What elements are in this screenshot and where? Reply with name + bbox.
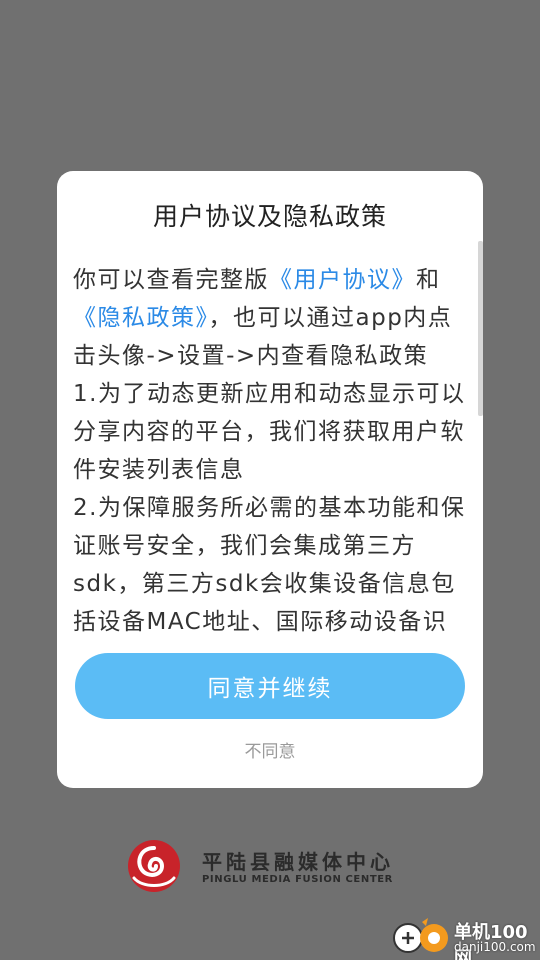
watermark-text-en: danji100.com [454,940,536,954]
screen: 用户协议及隐私政策 你可以查看完整版《用户协议》和《隐私政策》，也可以通过app… [0,0,540,960]
brand-name-en: PINGLU MEDIA FUSION CENTER [202,874,393,885]
privacy-dialog: 用户协议及隐私政策 你可以查看完整版《用户协议》和《隐私政策》，也可以通过app… [57,171,483,788]
agree-button[interactable]: 同意并继续 [75,653,465,719]
dialog-body[interactable]: 你可以查看完整版《用户协议》和《隐私政策》，也可以通过app内点击头像->设置-… [73,261,467,641]
brand-footer: 平陆县融媒体中心 PINGLU MEDIA FUSION CENTER [126,836,426,896]
privacy-policy-link[interactable]: 《隐私政策》 [73,305,209,331]
policy-item-1: 1.为了动态更新应用和动态显示可以分享内容的平台，我们将获取用户软件安装列表信息 [73,381,466,483]
brand-name-cn: 平陆县融媒体中心 [202,850,394,874]
watermark-icon [393,918,448,953]
intro-prefix: 你可以查看完整版 [73,267,269,293]
intro-paragraph: 你可以查看完整版《用户协议》和《隐私政策》，也可以通过app内点击头像->设置-… [73,261,467,375]
intro-and: 和 [416,267,441,293]
watermark: 单机100网 danji100.com [392,912,540,960]
dialog-scrollbar[interactable] [478,241,483,416]
user-agreement-link[interactable]: 《用户协议》 [269,267,416,293]
decline-button[interactable]: 不同意 [57,737,483,762]
spiral-logo-icon [128,840,180,892]
dialog-title: 用户协议及隐私政策 [152,202,387,231]
policy-item-2: 2.为保障服务所必需的基本功能和保证账号安全，我们会集成第三方sdk，第三方sd… [73,495,466,635]
